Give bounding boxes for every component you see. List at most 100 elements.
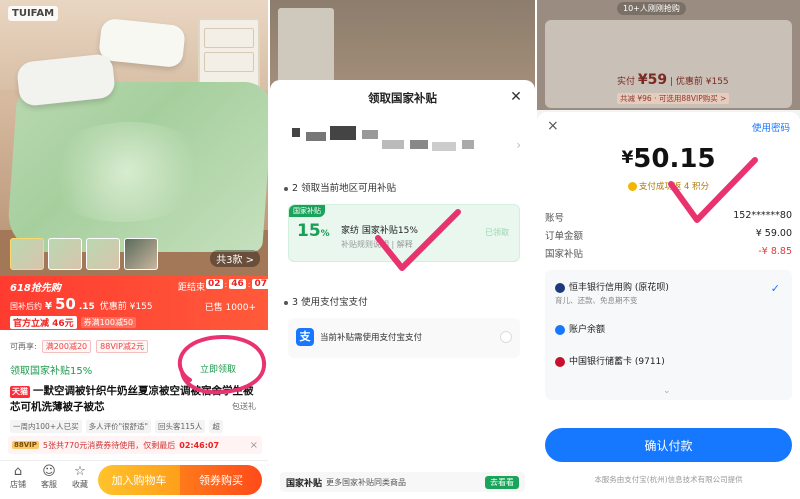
- coupon-tag: 国家补贴: [289, 205, 325, 217]
- price-integer: 50: [54, 295, 76, 313]
- close-icon[interactable]: ✕: [507, 88, 525, 106]
- product-title: 天猫 一默空调被针织牛奶丝夏凉被空调被宿舍学生被芯可机洗薄被子被芯: [10, 383, 260, 415]
- review-tags: 一周内100+人已买 多人评价"很舒适" 回头客115人 超: [10, 420, 223, 433]
- bank-icon: [555, 282, 565, 293]
- coupon-title: 家纺 国家补贴15%: [341, 226, 418, 236]
- coupon-percent: 15%: [297, 221, 330, 241]
- subsidy-label: 领取国家补贴15%: [10, 366, 93, 377]
- boc-icon: [555, 356, 565, 367]
- countdown-hours: 02: [206, 279, 223, 289]
- vip-badge: 88VIP: [12, 441, 39, 449]
- sold-count: 已售 1000+: [204, 303, 256, 313]
- vip-coupon-text: 5张共770元消费券待使用，仅剩最后: [42, 440, 176, 450]
- coupon-rule-link[interactable]: 补贴规则说明 | 解释: [341, 239, 413, 250]
- coupon-status: 已领取: [485, 228, 509, 237]
- price-label: 国补后约: [10, 302, 42, 311]
- chevron-right-icon: ›: [516, 138, 521, 152]
- promo-tag: 88VIP减2元: [96, 339, 149, 353]
- payment-sheet: × 使用密码 ¥50.15 支付成功返 4 积分 账号 152******80 订…: [537, 112, 800, 499]
- pillow-image: [98, 17, 186, 69]
- subsidy-row: 国家补贴 -¥ 8.85: [545, 246, 792, 260]
- dimmed-order-background: 10+人刚刚抢购 实付 ¥59 | 优惠前 ¥155 共减 ¥96 · 可选用8…: [537, 0, 800, 110]
- add-to-cart-button[interactable]: 加入购物车: [98, 465, 180, 495]
- dimmed-background: [270, 0, 535, 90]
- thumbnail[interactable]: [124, 238, 158, 270]
- confirm-payment-button[interactable]: 确认付款: [545, 428, 792, 462]
- order-amount-row: 订单金额 ¥ 59.00: [545, 228, 792, 242]
- live-purchase-text: 10+人刚刚抢购: [617, 2, 686, 15]
- close-icon[interactable]: ×: [250, 440, 258, 451]
- price-bar: 618抢先购 距结束 02: 46: 07 国补后约 ¥ 50 .15 优惠前 …: [0, 276, 268, 330]
- method-balance[interactable]: 账户余额: [555, 322, 605, 335]
- brand-badge: TUIFAM: [8, 6, 59, 21]
- subsidy-sheet-panel: 领取国家补贴 ✕ › 2 领取当前地区可用补贴 国家补贴 15% 家纺 国家补贴…: [270, 0, 535, 499]
- payment-amount: ¥50.15: [621, 144, 716, 174]
- original-price: 优惠前 ¥155: [99, 302, 153, 312]
- service-label: 客服: [41, 480, 57, 489]
- thumbnail[interactable]: [48, 238, 82, 270]
- alipay-option[interactable]: 支 当前补贴需使用支付宝支付: [288, 318, 520, 358]
- payment-panel: 10+人刚刚抢购 实付 ¥59 | 优惠前 ¥155 共减 ¥96 · 可选用8…: [537, 0, 800, 499]
- method-credit-sub: 育儿、还款、免息期不变: [555, 296, 638, 305]
- countdown-timer: 02: 46: 07: [206, 279, 268, 289]
- thumbnail[interactable]: [10, 238, 44, 270]
- customer-service-button[interactable]: ☺ 客服: [37, 464, 61, 490]
- review-tag: 回头客115人: [155, 420, 206, 433]
- official-discount: 官方立减 46元: [10, 316, 77, 329]
- method-credit[interactable]: 恒丰银行信用购 (原花呗) 育儿、还款、免息期不变: [555, 280, 669, 306]
- vip-timer: 02:46:07: [179, 440, 220, 450]
- paid-price: 实付 ¥59 | 优惠前 ¥155: [617, 72, 729, 88]
- shop-button[interactable]: ⌂ 店铺: [6, 464, 30, 490]
- product-title-text: 一默空调被针织牛奶丝夏凉被空调被宿舍学生被芯可机洗薄被子被芯: [10, 385, 254, 413]
- step-2-label: 2 领取当前地区可用补贴: [284, 180, 396, 194]
- extra-promo-row[interactable]: 可再享: 满200减20 88VIP减2元: [0, 338, 268, 354]
- method-boc[interactable]: 中国银行储蓄卡 (9711): [555, 354, 665, 367]
- shop-icon: ⌂: [13, 464, 23, 479]
- thumbnail[interactable]: [86, 238, 120, 270]
- sheet-title: 领取国家补贴: [368, 91, 437, 105]
- alipay-icon: 支: [296, 328, 314, 346]
- thumbnail-strip: [10, 238, 158, 270]
- radio-button[interactable]: [500, 331, 512, 343]
- coin-icon: [627, 182, 637, 191]
- vip-coupon-bar[interactable]: 88VIP 5张共770元消费券待使用，仅剩最后 02:46:07 ×: [8, 436, 262, 454]
- buy-with-coupon-button[interactable]: 领券购买: [180, 465, 262, 495]
- chevron-down-icon[interactable]: ⌄: [663, 386, 671, 396]
- countdown-seconds: 07: [252, 279, 268, 289]
- review-tag: 超: [209, 420, 223, 433]
- coupon-threshold: 券满100减50: [80, 317, 137, 328]
- close-icon[interactable]: ×: [547, 118, 559, 134]
- review-tag: 一周内100+人已买: [10, 420, 82, 433]
- countdown-minutes: 46: [229, 279, 246, 289]
- payment-methods: 恒丰银行信用购 (原花呗) 育儿、还款、免息期不变 ✓ 账户余额 中国银行储蓄卡…: [545, 270, 792, 400]
- balance-icon: [555, 324, 565, 335]
- subsidy-sheet: 领取国家补贴 ✕ › 2 领取当前地区可用补贴 国家补贴 15% 家纺 国家补贴…: [270, 80, 535, 499]
- bottom-action-bar: ⌂ 店铺 ☺ 客服 ☆ 收藏 加入购物车 领券购买: [0, 460, 268, 499]
- points-reward: 支付成功返 4 积分: [537, 180, 800, 192]
- more-subsidy-bar: 国家补贴 更多国家补贴同类商品 去看看: [280, 472, 525, 492]
- favorite-button[interactable]: ☆ 收藏: [68, 464, 92, 490]
- shop-label: 店铺: [10, 480, 26, 489]
- extra-promo-label: 可再享:: [10, 341, 37, 351]
- favorite-label: 收藏: [72, 480, 88, 489]
- review-tag: 多人评价"很舒适": [85, 420, 152, 433]
- chat-icon: ☺: [42, 464, 56, 479]
- service-provider-note: 本服务由支付宝(杭州)信息技术有限公司提供: [594, 475, 743, 484]
- countdown-label: 距结束: [178, 283, 206, 293]
- more-subsidy-title: 国家补贴: [286, 478, 323, 489]
- product-photo[interactable]: TUIFAM 共3款 >: [0, 0, 268, 276]
- promo-name: 618抢先购: [10, 283, 61, 294]
- use-password-link[interactable]: 使用密码: [752, 120, 790, 134]
- address-blurred[interactable]: [292, 126, 517, 160]
- star-icon: ☆: [74, 464, 86, 479]
- claim-subsidy-link[interactable]: 立即领取: [200, 362, 236, 375]
- alipay-note: 当前补贴需使用支付宝支付: [320, 333, 423, 343]
- currency-symbol: ¥: [45, 301, 52, 312]
- coupon-row[interactable]: 官方立减 46元 券满100减50: [10, 316, 137, 329]
- account-row: 账号 152******80: [545, 210, 792, 224]
- variant-count[interactable]: 共3款 >: [210, 250, 260, 267]
- promo-tag: 满200减20: [41, 339, 92, 353]
- go-see-button[interactable]: 去看看: [485, 475, 519, 489]
- tmall-badge: 天猫: [10, 386, 30, 398]
- subsidy-coupon-card[interactable]: 国家补贴 15% 家纺 国家补贴15% 补贴规则说明 | 解释 已领取: [288, 204, 520, 262]
